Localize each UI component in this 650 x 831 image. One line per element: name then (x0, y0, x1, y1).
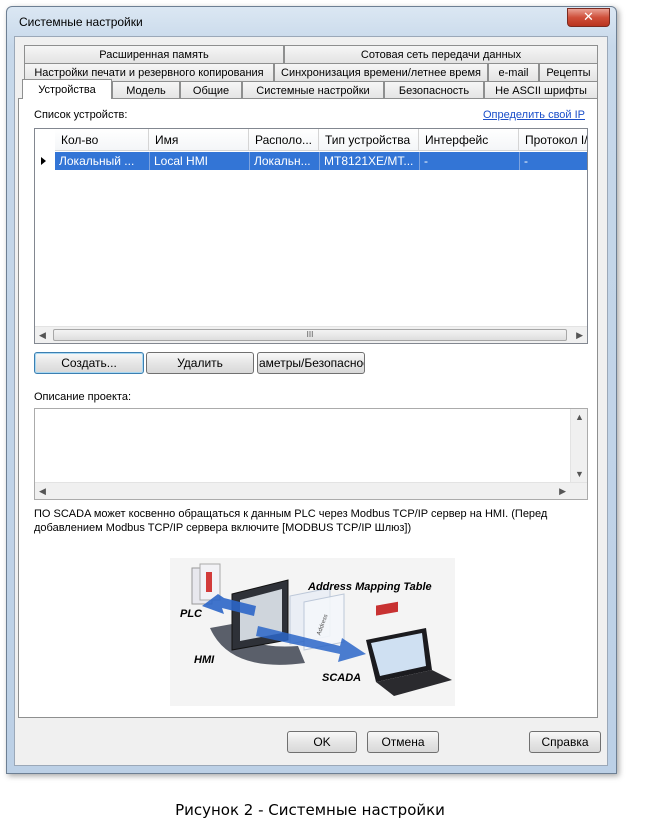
delete-button[interactable]: Удалить (146, 352, 254, 374)
column-header-name[interactable]: Имя (149, 129, 249, 151)
create-button[interactable]: Создать... (34, 352, 144, 374)
scroll-up-icon[interactable]: ▲ (575, 412, 584, 422)
column-header-protocol[interactable]: Протокол I/F (519, 129, 587, 151)
scroll-left-icon[interactable]: ◀ (39, 486, 46, 497)
tab-devices[interactable]: Устройства (22, 79, 112, 99)
help-button[interactable]: Справка (529, 731, 601, 753)
tab-system-settings[interactable]: Системные настройки (242, 81, 384, 99)
device-list-label: Список устройств: (34, 109, 128, 121)
ok-button[interactable]: OK (287, 731, 357, 753)
column-header-device-type[interactable]: Тип устройства (319, 129, 419, 151)
column-header-count[interactable]: Кол-во (55, 129, 149, 151)
tab-general[interactable]: Общие (180, 81, 242, 99)
description-hscroll[interactable]: ◀ ▶ (35, 482, 587, 499)
hmi-label: HMI (194, 654, 215, 666)
cell-location: Локальн... (249, 152, 319, 170)
address-mapping-title: Address Mapping Table (308, 581, 432, 593)
cell-interface: - (419, 152, 519, 170)
description-vscroll[interactable]: ▲ ▼ (570, 409, 587, 482)
window-title: Системные настройки (19, 15, 143, 29)
row-pointer-icon (41, 157, 46, 165)
project-description-field[interactable]: ▲ ▼ ◀ ▶ (34, 408, 588, 500)
tab-security[interactable]: Безопасность (384, 81, 484, 99)
plc-label: PLC (180, 608, 202, 620)
column-header-interface[interactable]: Интерфейс (419, 129, 519, 151)
tab-extended-memory[interactable]: Расширенная память (24, 45, 284, 63)
cancel-button[interactable]: Отмена (367, 731, 439, 753)
figure-caption: Рисунок 2 - Системные настройки (175, 801, 445, 819)
column-header-location[interactable]: Располо... (249, 129, 319, 151)
scroll-left-icon[interactable]: ◀ (39, 330, 46, 341)
device-list-scrollbar[interactable]: ◀ III ▶ (35, 326, 587, 343)
address-mapping-illustration: Address Mapping Table PLC HMI SCADA Addr… (170, 558, 455, 706)
scroll-thumb[interactable]: III (53, 329, 567, 341)
cell-name: Local HMI (149, 152, 249, 170)
cell-protocol: - (519, 152, 587, 170)
cell-count: Локальный ... (59, 154, 135, 168)
tab-email[interactable]: e-mail (488, 63, 539, 81)
tab-model[interactable]: Модель (112, 81, 180, 99)
device-list: Кол-во Имя Располо... Тип устройства Инт… (34, 128, 588, 344)
tab-non-ascii-fonts[interactable]: Не ASCII шрифты (484, 81, 598, 99)
scroll-right-icon[interactable]: ▶ (559, 486, 566, 497)
modbus-note: ПО SCADA может косвенно обращаться к дан… (34, 508, 548, 534)
tab-time-sync[interactable]: Синхронизация времени/летнее время (274, 63, 488, 81)
close-icon[interactable]: ✕ (567, 8, 610, 27)
tab-cellular[interactable]: Сотовая сеть передачи данных (284, 45, 598, 63)
scroll-right-icon[interactable]: ▶ (576, 330, 583, 341)
cell-device-type: MT8121XE/MT... (319, 152, 419, 170)
scroll-down-icon[interactable]: ▼ (575, 469, 584, 479)
scada-label: SCADA (322, 672, 362, 684)
project-description-label: Описание проекта: (34, 391, 132, 403)
tab-recipes[interactable]: Рецепты (539, 63, 598, 81)
scada-laptop-icon (366, 601, 452, 696)
parameters-security-button[interactable]: аметры/Безопасност (257, 352, 365, 374)
detect-ip-link[interactable]: Определить свой IP (483, 109, 585, 121)
